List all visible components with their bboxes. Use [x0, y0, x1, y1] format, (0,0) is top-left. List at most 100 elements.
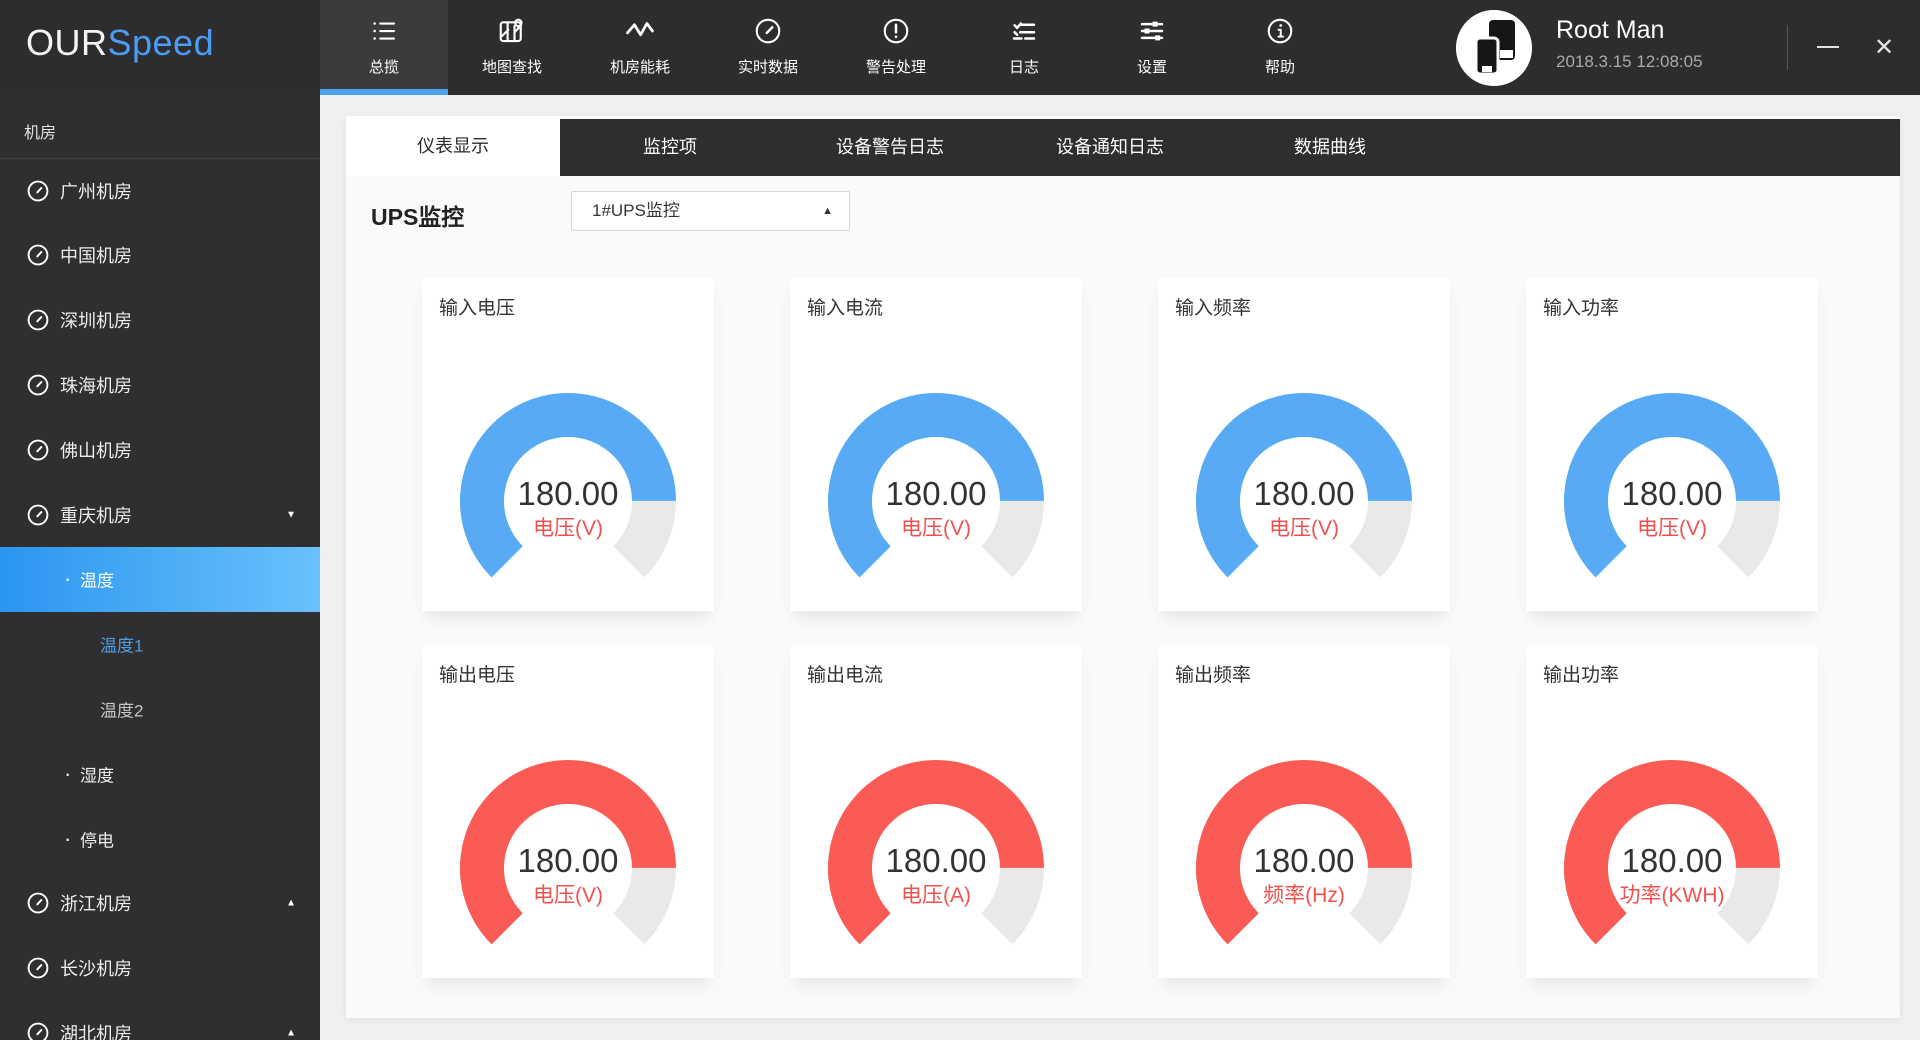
sidebar-item[interactable]: 长沙机房: [0, 936, 320, 1001]
header-nav-map-search[interactable]: 地图查找: [448, 0, 576, 95]
room-gauge-icon: [26, 373, 50, 397]
gauge-unit: 功率(KWH): [1620, 884, 1725, 907]
sidebar-item-label: 重庆机房: [60, 502, 132, 528]
gauge-unit: 频率(Hz): [1263, 884, 1345, 907]
header-nav-log-list[interactable]: 日志: [960, 0, 1088, 95]
header-nav-alert-circle[interactable]: 警告处理: [832, 0, 960, 95]
sidebar-item-label: 温度2: [100, 696, 143, 721]
chevron-up-icon: ▲: [822, 192, 833, 230]
gauge-unit: 电压(V): [901, 517, 971, 540]
nav-item-label: 机房能耗: [576, 56, 704, 77]
room-gauge-icon: [26, 1021, 50, 1040]
alert-circle-icon: [881, 16, 911, 46]
app-logo: OURSpeed: [26, 22, 214, 64]
header-nav-energy-pulse[interactable]: 机房能耗: [576, 0, 704, 95]
nav-item-label: 设置: [1088, 56, 1216, 77]
sidebar-rooms: 机房 广州机房 中国机房 深圳机房 珠海机房 佛山机房 重庆机房 ▼ · 温度: [0, 95, 320, 1040]
caret-down-icon: ▼: [286, 509, 296, 520]
ups-monitor-label: UPS监控: [371, 198, 464, 232]
header-bar: OURSpeed 总揽 地图查找 机房能耗 实时数据 警告处理 日志 设置 帮助…: [0, 0, 1920, 95]
gauge-unit: 电压(V): [533, 884, 603, 907]
gauge-chart: 180.00 电压(V): [790, 363, 1082, 603]
gauge-unit: 电压(V): [1637, 517, 1707, 540]
header-nav-help-info[interactable]: 帮助: [1216, 0, 1344, 95]
sidebar-item[interactable]: · 湿度: [0, 741, 320, 806]
minimize-icon: [1817, 46, 1839, 48]
sidebar-item[interactable]: 温度1: [0, 612, 320, 677]
bullet-dot: ·: [64, 761, 71, 787]
realtime-gauge-icon: [753, 16, 783, 46]
sidebar-item[interactable]: 广州机房: [0, 158, 320, 223]
help-info-icon: [1265, 16, 1295, 46]
sidebar-item[interactable]: 浙江机房 ▲: [0, 871, 320, 936]
gauge-card: 输出功率 180.00 功率(KWH): [1526, 645, 1818, 978]
nav-item-label: 警告处理: [832, 56, 960, 77]
nav-item-label: 实时数据: [704, 56, 832, 77]
gauge-value: 180.00: [518, 842, 619, 879]
tab-监控项[interactable]: 监控项: [560, 119, 780, 176]
sidebar-item-label: 湖北机房: [60, 1020, 132, 1040]
gauge-card: 输出频率 180.00 频率(Hz): [1158, 645, 1450, 978]
header-nav-settings-sliders[interactable]: 设置: [1088, 0, 1216, 95]
header-nav-realtime-gauge[interactable]: 实时数据: [704, 0, 832, 95]
tab-bar: 仪表显示监控项设备警告日志设备通知日志数据曲线: [346, 116, 1900, 176]
sidebar-item-label: 浙江机房: [60, 890, 132, 916]
sidebar-item[interactable]: · 温度: [0, 547, 320, 612]
sidebar-item[interactable]: 湖北机房 ▲: [0, 1000, 320, 1040]
log-list-icon: [1009, 16, 1039, 46]
tab-数据曲线[interactable]: 数据曲线: [1220, 119, 1440, 176]
gauge-card-title: 输出频率: [1175, 660, 1251, 687]
gauge-value: 180.00: [1254, 475, 1355, 512]
room-gauge-icon: [26, 179, 50, 203]
energy-pulse-icon: [625, 16, 655, 46]
sidebar-item-label: 珠海机房: [60, 372, 132, 398]
gauge-chart: 180.00 功率(KWH): [1526, 730, 1818, 970]
gauge-chart: 180.00 频率(Hz): [1158, 730, 1450, 970]
sidebar-item[interactable]: 佛山机房: [0, 417, 320, 482]
header-nav-overview-list[interactable]: 总揽: [320, 0, 448, 95]
room-gauge-icon: [26, 891, 50, 915]
caret-up-icon: ▲: [286, 898, 296, 909]
caret-up-icon: ▲: [286, 1027, 296, 1038]
gauge-card: 输入功率 180.00 电压(V): [1526, 278, 1818, 611]
sidebar-item[interactable]: 中国机房: [0, 223, 320, 288]
map-search-icon: [497, 16, 527, 46]
nav-item-label: 地图查找: [448, 56, 576, 77]
main-panel: 仪表显示监控项设备警告日志设备通知日志数据曲线 UPS监控 1#UPS监控 ▲ …: [346, 116, 1900, 1018]
gauge-unit: 电压(A): [901, 884, 971, 907]
room-gauge-icon: [26, 243, 50, 267]
room-gauge-icon: [26, 308, 50, 332]
bullet-dot: ·: [64, 566, 71, 592]
gauge-card: 输出电流 180.00 电压(A): [790, 645, 1082, 978]
tab-设备警告日志[interactable]: 设备警告日志: [780, 119, 1000, 176]
sidebar-item[interactable]: 重庆机房 ▼: [0, 482, 320, 547]
gauge-chart: 180.00 电压(A): [790, 730, 1082, 970]
user-avatar[interactable]: [1456, 10, 1532, 86]
settings-sliders-icon: [1137, 16, 1167, 46]
sidebar-item-label: 长沙机房: [60, 955, 132, 981]
gauge-value: 180.00: [1622, 475, 1723, 512]
gauge-card: 输出电压 180.00 电压(V): [422, 645, 714, 978]
tab-仪表显示[interactable]: 仪表显示: [346, 116, 560, 176]
sidebar-item[interactable]: 珠海机房: [0, 352, 320, 417]
nav-item-label: 日志: [960, 56, 1088, 77]
sidebar-item-label: 温度1: [100, 632, 143, 657]
minimize-button[interactable]: [1806, 0, 1850, 95]
gauge-value: 180.00: [886, 475, 987, 512]
gauge-value: 180.00: [518, 475, 619, 512]
gauge-value: 180.00: [886, 842, 987, 879]
logo-part-speed: Speed: [108, 22, 215, 63]
gauge-value: 180.00: [1622, 842, 1723, 879]
sidebar-item[interactable]: 深圳机房: [0, 288, 320, 353]
sidebar-item-label: 停电: [80, 826, 114, 851]
overview-list-icon: [369, 16, 399, 46]
room-gauge-icon: [26, 503, 50, 527]
sidebar-item[interactable]: · 停电: [0, 806, 320, 871]
sidebar-item[interactable]: 温度2: [0, 676, 320, 741]
gauge-unit: 电压(V): [533, 517, 603, 540]
user-datetime: 2018.3.15 12:08:05: [1556, 52, 1703, 72]
gauge-chart: 180.00 电压(V): [422, 730, 714, 970]
ups-select-dropdown[interactable]: 1#UPS监控 ▲: [571, 191, 850, 231]
tab-设备通知日志[interactable]: 设备通知日志: [1000, 119, 1220, 176]
close-button[interactable]: ✕: [1862, 0, 1906, 95]
